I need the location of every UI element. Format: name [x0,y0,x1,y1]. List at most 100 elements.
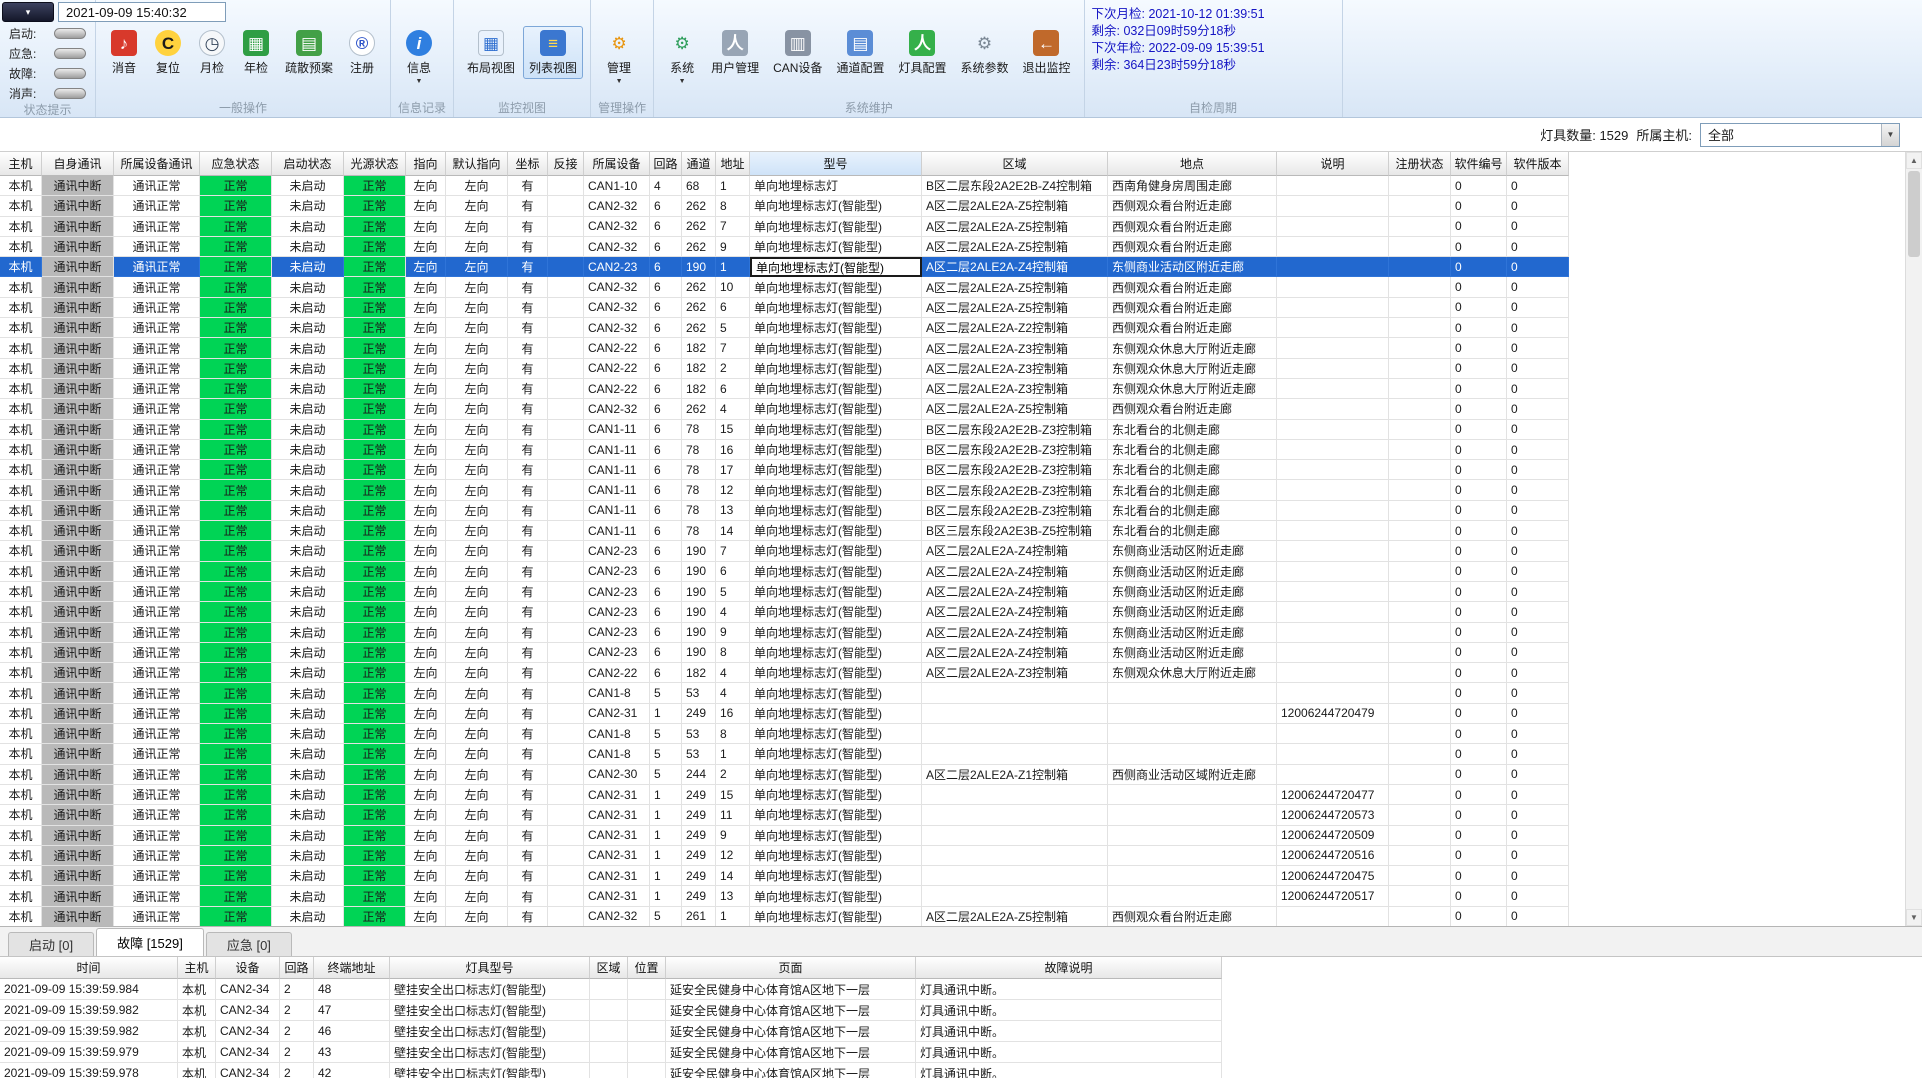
cell-reg-status[interactable] [1389,663,1451,684]
cell-address[interactable]: 5 [716,581,750,603]
cell-default-direction[interactable]: 左向 [446,581,508,603]
cell-reverse[interactable] [548,176,584,197]
cell-reverse[interactable] [548,318,584,339]
cell-emergency-status[interactable]: 正常 [200,297,272,319]
cell-channel[interactable]: 190 [682,561,716,582]
cell-reg-status[interactable] [1389,906,1451,926]
cell-page[interactable]: 延安全民健身中心体育馆A区地下一层 [666,1042,916,1063]
cell-location[interactable]: 西侧观众看台附近走廊 [1108,297,1277,319]
cell-default-direction[interactable]: 左向 [446,784,508,806]
cell-area[interactable]: A区二层2ALE2A-Z5控制箱 [922,906,1108,926]
cell-direction[interactable]: 左向 [406,602,446,623]
cell-self-comm[interactable]: 通讯中断 [42,216,114,237]
cell-note[interactable] [1277,480,1389,501]
cell-sw-version[interactable]: 0 [1507,439,1569,461]
col-header-channel[interactable]: 通道 [682,152,716,176]
cell-coord[interactable]: 有 [508,622,548,643]
cell-light-status[interactable]: 正常 [344,805,406,826]
table-row[interactable]: 本机 通讯中断 通讯正常 正常 未启动 正常 左向 左向有 CAN2-31 1 249 9 单向地埋标志… [0,825,1905,846]
cell-direction[interactable]: 左向 [406,642,446,664]
col-header-loop[interactable]: 回路 [650,152,682,176]
layout-view-button[interactable]: ▦ 布局视图 [461,26,521,79]
cell-self-comm[interactable]: 通讯中断 [42,764,114,785]
cell-channel[interactable]: 262 [682,297,716,319]
cell-self-comm[interactable]: 通讯中断 [42,297,114,319]
cell-default-direction[interactable]: 左向 [446,358,508,379]
cell-start-status[interactable]: 未启动 [272,399,344,420]
cell-sw-no[interactable]: 0 [1451,622,1507,643]
cell-light-status[interactable]: 正常 [344,744,406,765]
cell-host[interactable]: 本机 [0,257,42,278]
table-row[interactable]: 本机 通讯中断 通讯正常 正常 未启动 正常 左向 左向有 CAN2-31 1 249 12 单向地埋标… [0,845,1905,867]
cell-address[interactable]: 5 [716,318,750,339]
cell-page[interactable]: 延安全民健身中心体育馆A区地下一层 [666,1000,916,1021]
cell-coord[interactable]: 有 [508,399,548,420]
cell-channel[interactable]: 190 [682,642,716,664]
cell-reverse[interactable] [548,216,584,237]
cell-model[interactable]: 单向地埋标志灯(智能型) [750,277,922,298]
scrollbar-track[interactable] [1906,169,1922,909]
cell-sw-version[interactable]: 0 [1507,419,1569,440]
cell-channel[interactable]: 190 [682,602,716,623]
cell-coord[interactable]: 有 [508,825,548,846]
cell-self-comm[interactable]: 通讯中断 [42,825,114,846]
cell-sw-no[interactable]: 0 [1451,683,1507,704]
cell-start-status[interactable]: 未启动 [272,866,344,887]
cell-device-comm[interactable]: 通讯正常 [114,561,200,582]
cell-device[interactable]: CAN1-8 [584,744,650,765]
cell-sw-version[interactable]: 0 [1507,845,1569,867]
cell-direction[interactable]: 左向 [406,216,446,237]
cell-address[interactable]: 2 [716,358,750,379]
cell-reg-status[interactable] [1389,724,1451,745]
cell-light-status[interactable]: 正常 [344,196,406,217]
cell-reverse[interactable] [548,886,584,907]
cell-device[interactable]: CAN2-23 [584,602,650,623]
cell-light-status[interactable]: 正常 [344,866,406,887]
cell-area[interactable]: A区二层2ALE2A-Z5控制箱 [922,236,1108,258]
cell-host[interactable]: 本机 [0,663,42,684]
cell-loop[interactable]: 6 [650,622,682,643]
cell-host[interactable]: 本机 [0,805,42,826]
cell-emergency-status[interactable]: 正常 [200,764,272,785]
cell-sw-no[interactable]: 0 [1451,561,1507,582]
cell-sw-no[interactable]: 0 [1451,500,1507,522]
cell-host[interactable]: 本机 [0,521,42,542]
cell-coord[interactable]: 有 [508,581,548,603]
cell-self-comm[interactable]: 通讯中断 [42,581,114,603]
fault-row[interactable]: 2021-09-09 15:39:59.984 本机 CAN2-34 2 48 壁挂安全出… [0,979,1922,1000]
cell-direction[interactable]: 左向 [406,906,446,926]
cell-reg-status[interactable] [1389,845,1451,867]
cell-self-comm[interactable]: 通讯中断 [42,724,114,745]
table-row[interactable]: 本机 通讯中断 通讯正常 正常 未启动 正常 左向 左向有 CAN2-32 6 262 8 单向地埋标志… [0,196,1905,217]
cell-channel[interactable]: 78 [682,521,716,542]
cell-direction[interactable]: 左向 [406,277,446,298]
cell-reg-status[interactable] [1389,602,1451,623]
cell-emergency-status[interactable]: 正常 [200,318,272,339]
cell-light-status[interactable]: 正常 [344,663,406,684]
cell-host[interactable]: 本机 [0,866,42,887]
cell-device[interactable]: CAN2-31 [584,703,650,725]
cell-model[interactable]: 单向地埋标志灯(智能型) [750,521,922,542]
table-row[interactable]: 本机 通讯中断 通讯正常 正常 未启动 正常 左向 左向有 CAN1-11 6 78 12 单向地埋标志… [0,480,1905,501]
cell-address[interactable]: 7 [716,216,750,237]
cell-device[interactable]: CAN2-22 [584,338,650,359]
cell-light-status[interactable]: 正常 [344,541,406,562]
cell-loop[interactable]: 6 [650,521,682,542]
cell-device[interactable]: CAN1-11 [584,419,650,440]
cell-reg-status[interactable] [1389,581,1451,603]
cell-address[interactable]: 7 [716,338,750,359]
cell-default-direction[interactable]: 左向 [446,439,508,461]
cell-loop[interactable]: 2 [280,979,314,1000]
cell-address[interactable]: 1 [716,257,750,278]
cell-model[interactable]: 单向地埋标志灯(智能型) [750,318,922,339]
cell-light-status[interactable]: 正常 [344,561,406,582]
cell-address[interactable]: 6 [716,561,750,582]
cell-reg-status[interactable] [1389,378,1451,400]
cell-area[interactable]: A区二层2ALE2A-Z4控制箱 [922,602,1108,623]
cell-area[interactable]: A区二层2ALE2A-Z3控制箱 [922,358,1108,379]
cell-note[interactable] [1277,176,1389,197]
cell-self-comm[interactable]: 通讯中断 [42,845,114,867]
cell-coord[interactable]: 有 [508,196,548,217]
cell-emergency-status[interactable]: 正常 [200,845,272,867]
cell-device[interactable]: CAN1-11 [584,480,650,501]
